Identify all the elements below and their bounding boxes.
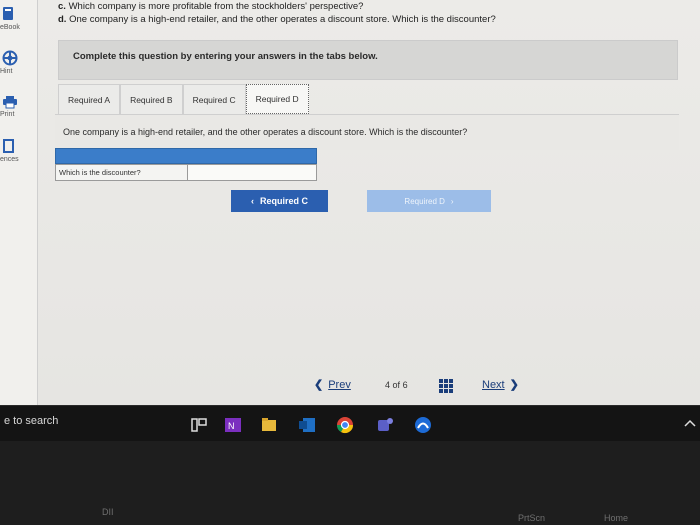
chevron-left-icon: ❮ xyxy=(314,379,324,391)
previous-tab-button[interactable]: ‹ Required C xyxy=(231,190,328,212)
answer-label: Which is the discounter? xyxy=(56,165,188,180)
references-icon xyxy=(3,139,14,153)
sidebar-item-print[interactable]: Print xyxy=(0,95,38,118)
previous-tab-label: Required C xyxy=(259,196,308,206)
sidebar-item-hint[interactable]: Hint xyxy=(0,50,38,75)
chevron-right-icon: › xyxy=(450,196,454,206)
tab-required-b[interactable]: Required B xyxy=(120,84,183,114)
next-tab-button[interactable]: Required D › xyxy=(367,190,491,212)
question-list: c. Which company is more profitable from… xyxy=(58,0,496,26)
prev-label: Prev xyxy=(328,379,351,391)
page-of: of xyxy=(392,380,401,390)
print-icon xyxy=(3,96,17,109)
hint-icon xyxy=(2,50,18,66)
laptop-keyboard: DII PrtScn Home xyxy=(0,441,700,525)
sidebar-label: eBook xyxy=(0,24,20,31)
browser-content: eBook Hint Print ences c. Which company … xyxy=(0,0,700,405)
media-key: DII xyxy=(102,507,114,517)
question-c-text: Which company is more profitable from th… xyxy=(68,1,364,12)
chrome-icon[interactable] xyxy=(336,416,354,434)
question-c: c. Which company is more profitable from… xyxy=(58,0,496,13)
teams-icon[interactable] xyxy=(376,416,394,434)
next-tab-label: Required D xyxy=(404,196,445,206)
discounter-answer-input[interactable] xyxy=(188,165,316,180)
prev-question-link[interactable]: ❮ Prev xyxy=(314,378,351,391)
answer-table-header xyxy=(55,148,317,164)
sidebar-label: Print xyxy=(0,111,15,118)
chevron-left-icon: ‹ xyxy=(250,196,254,206)
next-question-link[interactable]: Next ❯ xyxy=(482,378,519,391)
tab-content-panel: One company is a high-end retailer, and … xyxy=(55,114,679,150)
task-view-icon[interactable] xyxy=(190,416,208,434)
total-pages: 6 xyxy=(402,380,408,390)
outlook-icon[interactable] xyxy=(298,416,316,434)
tab-bar: Required A Required B Required C Require… xyxy=(58,84,309,114)
tab-required-a[interactable]: Required A xyxy=(58,84,121,114)
book-icon xyxy=(3,7,13,20)
grid-icon[interactable] xyxy=(438,378,454,394)
tab-question-text: One company is a high-end retailer, and … xyxy=(63,127,468,137)
current-page: 4 xyxy=(385,380,391,390)
svg-text:N: N xyxy=(228,421,235,431)
sidebar: eBook Hint Print ences xyxy=(0,0,38,405)
question-d-text: One company is a high-end retailer, and … xyxy=(69,14,496,25)
home-key: Home xyxy=(604,513,629,523)
next-label: Next xyxy=(482,379,505,391)
file-explorer-icon[interactable] xyxy=(260,416,278,434)
taskbar-search[interactable]: e to search xyxy=(4,415,58,427)
tab-required-c[interactable]: Required C xyxy=(182,84,246,114)
prtscn-key: PrtScn xyxy=(518,513,546,523)
instruction-text: Complete this question by entering your … xyxy=(73,51,378,62)
sidebar-item-ebook[interactable]: eBook xyxy=(0,6,38,31)
app-icon[interactable] xyxy=(414,416,432,434)
question-d: d. One company is a high-end retailer, a… xyxy=(58,13,496,26)
page-indicator: 4 of 6 xyxy=(385,380,408,390)
chevron-up-icon[interactable] xyxy=(684,418,696,428)
instruction-box: Complete this question by entering your … xyxy=(58,40,678,80)
sidebar-label: Hint xyxy=(0,68,13,75)
sidebar-label: ences xyxy=(0,156,19,163)
question-d-prefix: d. xyxy=(58,14,67,25)
answer-table-row: Which is the discounter? xyxy=(55,164,317,181)
onenote-icon[interactable]: N xyxy=(224,416,242,434)
question-c-prefix: c. xyxy=(58,1,66,12)
chevron-right-icon: ❯ xyxy=(509,379,519,391)
tab-required-d[interactable]: Required D xyxy=(245,84,309,114)
taskbar: e to search N xyxy=(0,405,700,441)
sidebar-item-references[interactable]: ences xyxy=(0,138,38,163)
